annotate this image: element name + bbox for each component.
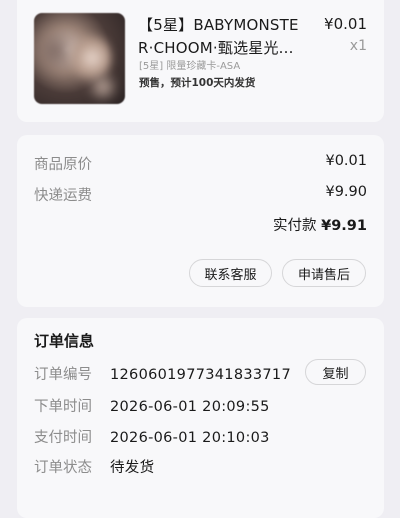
order-status-label: 订单状态 — [34, 460, 92, 476]
product-price: ¥0.01 — [324, 15, 367, 33]
original-price-label: 商品原价 — [34, 157, 92, 173]
product-thumbnail[interactable] — [34, 13, 125, 104]
original-price-value: ¥0.01 — [325, 153, 367, 169]
order-info-card: 订单信息 订单编号 1260601977341833717 复制 下单时间 2026… — [17, 318, 384, 518]
product-variant: [5星] 限量珍藏卡-ASA — [139, 61, 241, 72]
shipping-note: 预售，预计100天内发货 — [139, 77, 256, 89]
paid-total-value: ¥9.91 — [321, 218, 367, 234]
paid-total: 实付款 ¥9.91 — [273, 214, 367, 235]
paid-total-label: 实付款 — [273, 218, 317, 234]
order-status-value: 待发货 — [110, 460, 155, 476]
order-number-label: 订单编号 — [34, 367, 92, 383]
order-status-row: 订单状态 待发货 — [34, 456, 154, 477]
product-title[interactable]: 【5星】BABYMONSTE R·CHOOM·甄选星光... — [138, 14, 318, 60]
pay-time-label: 支付时间 — [34, 430, 92, 446]
pay-time-value: 2026-06-01 20:10:03 — [110, 430, 270, 446]
order-number-row: 订单编号 1260601977341833717 — [34, 363, 291, 384]
order-time-label: 下单时间 — [34, 399, 92, 415]
original-price-row: 商品原价 ¥0.01 — [34, 153, 367, 174]
shipping-fee-row: 快递运费 ¥9.90 — [34, 184, 367, 205]
shipping-fee-label: 快递运费 — [34, 188, 92, 204]
order-time-value: 2026-06-01 20:09:55 — [110, 399, 270, 415]
request-aftersale-button[interactable]: 申请售后 — [282, 259, 366, 287]
product-card[interactable]: 【5星】BABYMONSTE R·CHOOM·甄选星光... ¥0.01 x1 … — [17, 0, 384, 122]
contact-service-button[interactable]: 联系客服 — [189, 259, 272, 287]
order-number-value: 1260601977341833717 — [110, 367, 291, 383]
product-quantity: x1 — [349, 38, 367, 54]
product-title-line1: 【5星】BABYMONSTE — [138, 16, 299, 34]
pay-time-row: 支付时间 2026-06-01 20:10:03 — [34, 426, 270, 447]
copy-order-number-button[interactable]: 复制 — [305, 359, 366, 385]
order-info-heading: 订单信息 — [34, 332, 95, 350]
shipping-fee-value: ¥9.90 — [325, 184, 367, 200]
price-summary-card: 商品原价 ¥0.01 快递运费 ¥9.90 实付款 ¥9.91 联系客服 申请售… — [17, 135, 384, 307]
order-time-row: 下单时间 2026-06-01 20:09:55 — [34, 395, 270, 416]
